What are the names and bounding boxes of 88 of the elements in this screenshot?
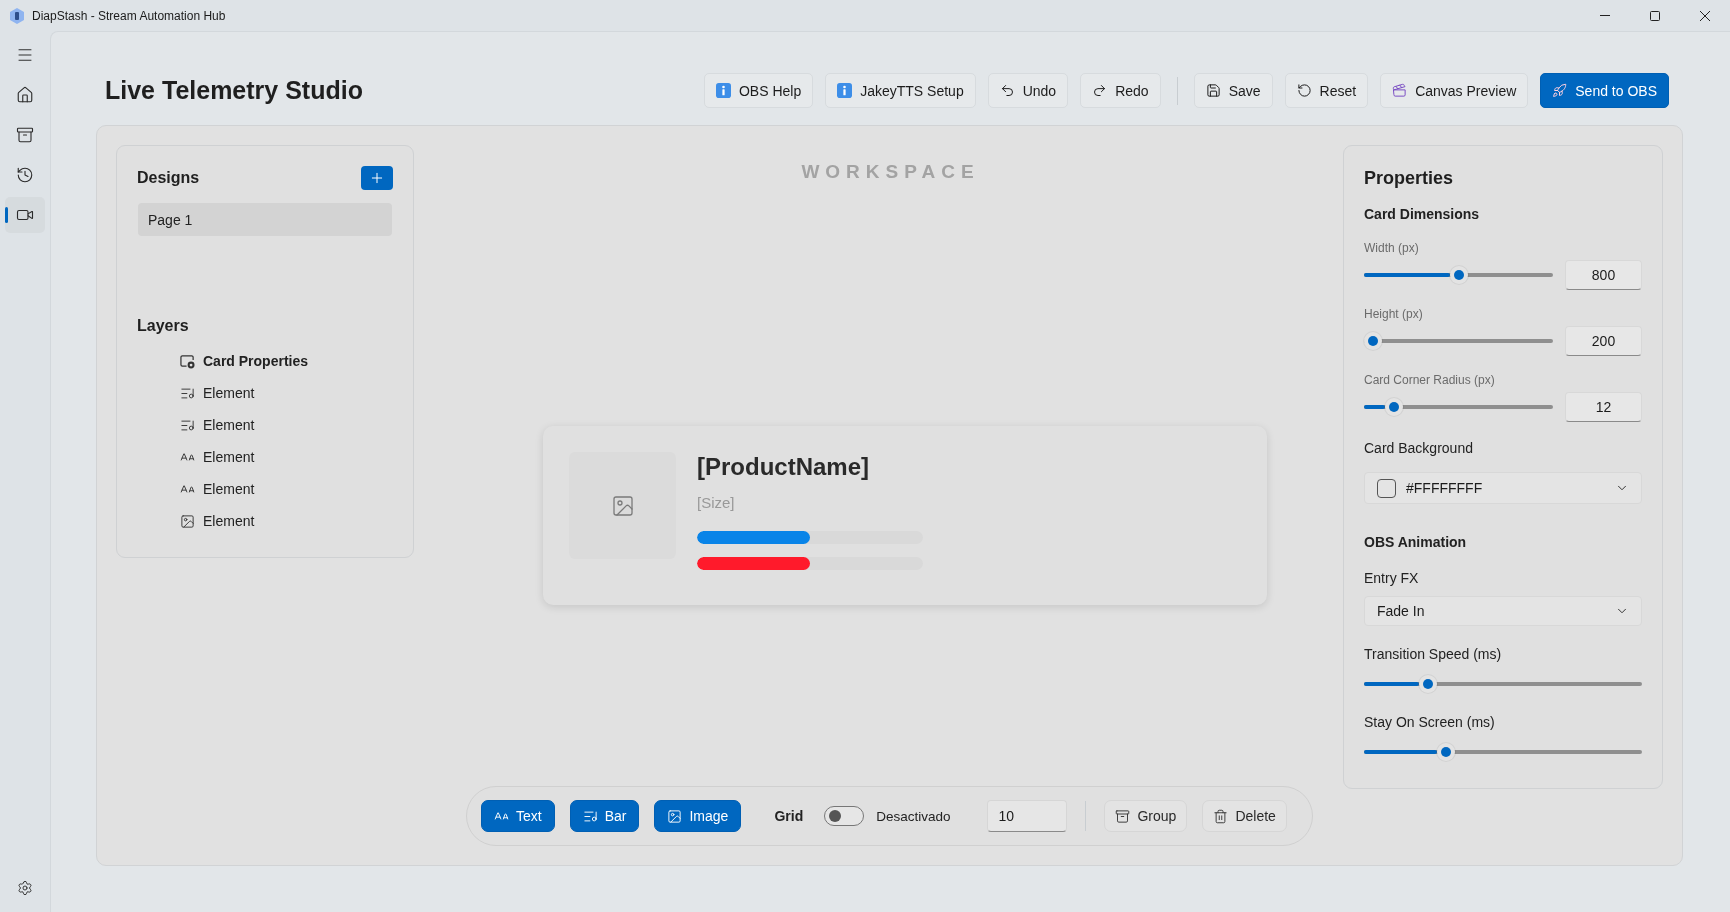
app-icon [10, 7, 24, 24]
slider-fill [1364, 682, 1419, 686]
list-music-icon [582, 808, 598, 824]
slider-track[interactable] [1364, 331, 1553, 351]
layer-item[interactable]: Element [180, 473, 393, 505]
slider-track[interactable] [1364, 674, 1642, 694]
image-icon [667, 808, 683, 824]
value-field[interactable]: 12 [1565, 392, 1642, 422]
plus-icon [369, 170, 385, 186]
add-element-button[interactable]: Text [481, 800, 555, 832]
redo-icon [1092, 83, 1108, 98]
toolbar-button[interactable]: Send to OBS [1540, 73, 1669, 108]
add-element-button[interactable]: Image [654, 800, 742, 832]
grid-toggle[interactable] [824, 806, 865, 826]
minimize-icon [1600, 15, 1610, 16]
field-label: Transition Speed (ms) [1364, 645, 1503, 664]
archive-icon [1115, 808, 1131, 824]
info-icon [715, 83, 731, 98]
grid-status-label: Desactivado [876, 808, 951, 824]
slider-fill [1364, 405, 1385, 409]
field-label: Width (px) [1364, 240, 1420, 256]
toolbar-button[interactable]: Canvas Preview [1380, 73, 1529, 108]
layer-item[interactable]: Card Properties [180, 345, 393, 377]
panel-heading: Layers [137, 316, 190, 336]
panel-heading: Properties [1364, 167, 1455, 190]
toolbar-button[interactable]: Undo [987, 73, 1069, 108]
section-title: Card Dimensions [1364, 205, 1481, 224]
trash-icon [1213, 808, 1229, 824]
field-label: Height (px) [1364, 306, 1424, 322]
image-icon [610, 493, 635, 518]
archive-icon [16, 126, 34, 144]
workspace-label: WORKSPACE [801, 161, 980, 183]
layer-item[interactable]: Element [180, 505, 393, 537]
window-title: DiapStash - Stream Automation Hub [32, 8, 226, 23]
toolbar-button[interactable]: Reset [1284, 73, 1369, 108]
layer-item[interactable]: Element [180, 377, 393, 409]
section-title: OBS Animation [1364, 533, 1468, 552]
dropdown[interactable]: Fade In [1364, 596, 1642, 626]
slider-track[interactable] [1364, 742, 1642, 762]
grid-label: Grid [774, 808, 804, 824]
grid-size-field[interactable]: 10 [987, 800, 1068, 832]
card-gear-icon [180, 353, 195, 369]
maximize-icon [1650, 10, 1660, 21]
slider-thumb[interactable] [1449, 266, 1468, 284]
value-field[interactable]: 200 [1565, 326, 1642, 356]
slider-thumb[interactable] [1436, 743, 1455, 761]
page-title: Live Telemetry Studio [105, 76, 363, 105]
image-icon [180, 513, 195, 529]
menu-icon [16, 46, 34, 64]
home-icon [16, 86, 34, 104]
toolbar-button[interactable]: Save [1193, 73, 1273, 108]
settings-icon [17, 880, 33, 896]
color-swatch-icon [1377, 478, 1396, 498]
add-button[interactable] [361, 166, 393, 190]
card-title: [ProductName] [697, 452, 871, 482]
slider-track[interactable] [1364, 397, 1553, 417]
nav-button[interactable] [5, 197, 45, 233]
rocket-icon [1552, 83, 1568, 98]
value-field[interactable]: 800 [1565, 260, 1642, 290]
card-subtitle: [Size] [697, 493, 736, 513]
toolbar-button[interactable]: JakeyTTS Setup [825, 73, 976, 108]
history-icon [16, 166, 34, 184]
toolbar-button[interactable]: Delete [1202, 800, 1287, 832]
undo-icon [999, 83, 1015, 98]
list-music-icon [180, 417, 195, 433]
clapperboard-icon [1392, 83, 1408, 98]
slider-track[interactable] [1364, 265, 1553, 285]
reset-icon [1296, 83, 1312, 98]
toolbar-button[interactable]: Group [1104, 800, 1188, 832]
list-music-icon [180, 385, 195, 401]
layer-item[interactable]: Element [180, 441, 393, 473]
info-icon [837, 83, 853, 98]
field-label: Stay On Screen (ms) [1364, 713, 1496, 732]
slider-thumb[interactable] [1418, 675, 1437, 693]
panel-heading: Designs [137, 168, 200, 188]
toolbar-button[interactable]: Redo [1080, 73, 1161, 108]
page-item[interactable]: Page 1 [138, 203, 392, 236]
toolbar-button[interactable]: OBS Help [703, 73, 814, 108]
layer-item[interactable]: Element [180, 409, 393, 441]
save-icon [1205, 83, 1221, 98]
add-element-button[interactable]: Bar [569, 800, 640, 832]
field-label: Entry FX [1364, 569, 1420, 588]
close-icon [1700, 10, 1710, 21]
field-label: Card Corner Radius (px) [1364, 372, 1496, 388]
color-dropdown[interactable]: #FFFFFFFF [1364, 472, 1642, 504]
slider-thumb[interactable] [1384, 398, 1403, 416]
slider-thumb[interactable] [1364, 332, 1382, 350]
field-label: Card Background [1364, 439, 1474, 458]
